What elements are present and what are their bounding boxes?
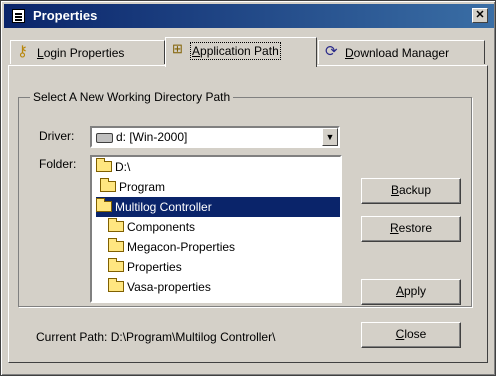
driver-value: d: [Win-2000]: [116, 130, 188, 144]
current-path-label: Current Path: D:\Program\Multilog Contro…: [36, 330, 276, 344]
backup-button[interactable]: Backup: [361, 178, 461, 204]
chevron-down-icon[interactable]: ▼: [322, 128, 338, 146]
restore-button[interactable]: Restore: [361, 216, 461, 242]
tree-item[interactable]: Multilog Controller: [96, 197, 340, 217]
tab-download-manager[interactable]: ⟳ Download Manager: [318, 40, 485, 64]
tab-label-rest: ogin Properties: [43, 46, 125, 60]
close-window-button[interactable]: ✕: [472, 8, 488, 23]
folder-tree[interactable]: D:\ Program Multilog Controller Components M…: [90, 155, 342, 303]
tab-label: Download Manager: [345, 46, 450, 60]
folder-open-icon: [96, 198, 112, 212]
folder-icon: [108, 238, 124, 252]
apply-button[interactable]: Apply: [361, 279, 461, 305]
folder-open-icon: [96, 158, 112, 172]
tree-item-label: Megacon-Properties: [127, 240, 236, 254]
driver-select[interactable]: d: [Win-2000] ▼: [90, 126, 340, 148]
key-icon: ⚷: [17, 43, 28, 60]
title-bar[interactable]: Properties ✕: [4, 4, 494, 28]
tab-label: Login Properties: [37, 46, 124, 60]
tree-item[interactable]: D:\: [96, 157, 130, 177]
download-icon: ⟳: [325, 43, 338, 60]
tree-icon: ⊞: [172, 41, 183, 56]
properties-icon: [12, 9, 25, 23]
folder-label: Folder:: [39, 157, 77, 171]
tree-item[interactable]: Program: [100, 177, 165, 197]
tab-application-path[interactable]: ⊞ Application Path: [165, 37, 317, 67]
folder-open-icon: [100, 178, 116, 192]
folder-icon: [108, 218, 124, 232]
drive-icon: [96, 133, 113, 143]
tree-item[interactable]: Properties: [108, 257, 182, 277]
folder-icon: [108, 258, 124, 272]
tree-item-label: Properties: [127, 260, 182, 274]
window-title: Properties: [33, 8, 98, 23]
tree-item-label: Components: [127, 220, 196, 234]
tree-item-label: Program: [119, 180, 166, 194]
close-button[interactable]: Close: [361, 322, 461, 348]
tree-item[interactable]: Vasa-properties: [108, 277, 211, 297]
tree-item-label: D:\: [115, 160, 131, 174]
group-title: Select A New Working Directory Path: [30, 90, 234, 104]
tab-label-mnemonic: L: [37, 46, 44, 60]
tree-item[interactable]: Components: [108, 217, 195, 237]
driver-label: Driver:: [39, 129, 75, 143]
tree-item-label: Vasa-properties: [127, 280, 211, 294]
folder-icon: [108, 278, 124, 292]
tab-label: Application Path: [190, 42, 281, 60]
tab-login-properties[interactable]: ⚷ Login Properties: [10, 40, 165, 64]
tree-item-label: Multilog Controller: [115, 200, 212, 214]
tree-item[interactable]: Megacon-Properties: [108, 237, 235, 257]
